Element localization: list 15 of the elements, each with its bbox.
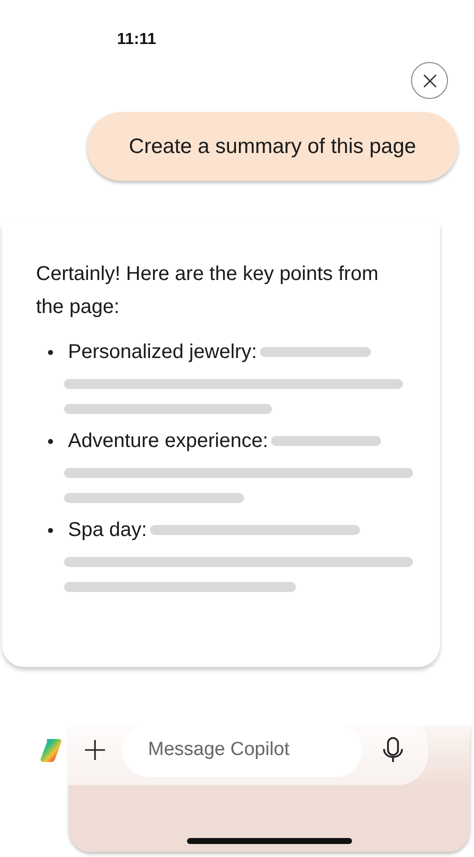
status-time: 11:11 bbox=[117, 31, 156, 48]
bullet-icon bbox=[48, 350, 53, 354]
point-label: Personalized jewelry: bbox=[68, 340, 257, 365]
microphone-icon[interactable] bbox=[383, 737, 403, 763]
bullet-icon bbox=[48, 438, 53, 444]
close-button[interactable] bbox=[411, 62, 448, 99]
plus-icon[interactable] bbox=[85, 740, 105, 760]
user-message: Create a summary of this page bbox=[87, 112, 458, 181]
response-text: Certainly! Here are the key points from the page: bbox=[36, 262, 380, 320]
point-label: Adventure experience: bbox=[68, 429, 268, 454]
close-icon bbox=[422, 74, 436, 88]
bullet-icon bbox=[48, 528, 53, 532]
copilot-logo-icon[interactable] bbox=[38, 737, 64, 763]
point-label: Spa day: bbox=[68, 518, 147, 543]
message-input[interactable]: Message Copilot bbox=[122, 724, 362, 776]
